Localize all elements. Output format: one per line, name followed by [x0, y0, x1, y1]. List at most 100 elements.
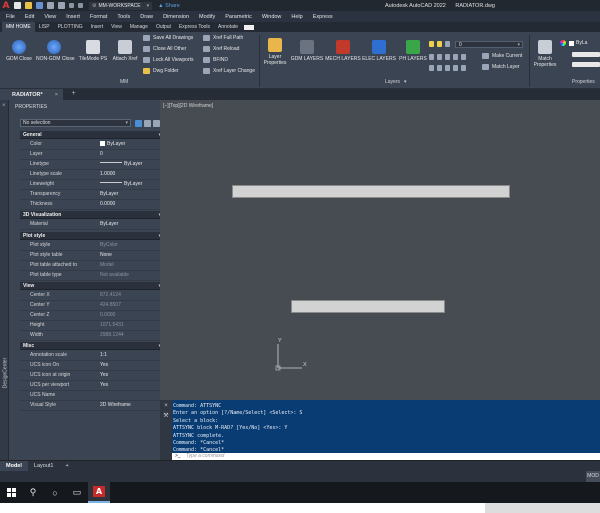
tab-annotate[interactable]: Annotate — [214, 22, 242, 32]
print-icon[interactable] — [58, 2, 65, 9]
attach-xref-button[interactable]: Attach Xref — [108, 40, 142, 62]
model-space-button[interactable]: MOD — [586, 471, 600, 482]
layer-tools-row-2[interactable] — [429, 65, 469, 71]
file-tab-radiator[interactable]: RADIATOR* × — [0, 89, 63, 100]
property-row[interactable]: Center Z 0.0000 — [20, 311, 165, 321]
lock-all-viewports-button[interactable]: Lock All Viewports — [143, 57, 193, 63]
wrench-icon[interactable]: ⚒ — [160, 412, 172, 419]
menu-file[interactable]: File — [6, 14, 15, 20]
layer-dropdown[interactable]: 0 ▾ — [455, 41, 523, 48]
quick-select-icon[interactable] — [153, 120, 160, 127]
property-row[interactable]: Lineweight ByLayer — [20, 180, 165, 190]
layer-state-icons[interactable] — [429, 41, 453, 47]
property-row[interactable]: Linetype ByLayer — [20, 160, 165, 170]
mech-layers-button[interactable]: MECH LAYERS — [324, 40, 362, 62]
property-row[interactable]: Width 2988.1244 — [20, 331, 165, 341]
linetype-control[interactable] — [572, 52, 600, 57]
property-row[interactable]: Plot style table None — [20, 251, 165, 261]
saveas-icon[interactable] — [47, 2, 54, 9]
radiator-block[interactable] — [291, 300, 445, 313]
close-icon[interactable]: × — [55, 92, 58, 98]
property-row[interactable]: Layer 0 — [20, 150, 165, 160]
drawing-canvas[interactable]: [−][Top][2D Wireframe] Y X — [160, 100, 600, 400]
menu-dimension[interactable]: Dimension — [163, 14, 189, 20]
layer-properties-button[interactable]: Layer Properties — [258, 38, 292, 66]
property-row[interactable]: Plot table attached to Model — [20, 261, 165, 271]
dwg-folder-button[interactable]: Dwg Folder — [143, 68, 179, 74]
new-tab-button[interactable]: + — [69, 90, 78, 99]
tab-model[interactable]: Model — [0, 461, 28, 471]
viewport-controls[interactable]: [−][Top][2D Wireframe] — [163, 103, 213, 109]
command-input[interactable]: >_ Type a command — [172, 453, 600, 460]
menu-window[interactable]: Window — [262, 14, 282, 20]
tab-view[interactable]: View — [107, 22, 126, 32]
menu-tools[interactable]: Tools — [117, 14, 130, 20]
toggle-pickadd-icon[interactable] — [135, 120, 142, 127]
tab-mm-home[interactable]: MM HOME — [2, 22, 35, 32]
bfind-button[interactable]: BFIND — [203, 57, 228, 63]
section-misc[interactable]: Misc▾ — [20, 342, 165, 350]
file-explorer-icon[interactable]: ▭ — [66, 482, 88, 503]
redo-icon[interactable] — [78, 3, 83, 8]
xref-reload-button[interactable]: Xref Reload — [203, 46, 239, 52]
section-view[interactable]: View▾ — [20, 282, 165, 290]
autocad-logo[interactable]: A — [0, 1, 12, 11]
workspace-switcher[interactable]: ⚙ MM-WORKSPACE ▾ — [89, 1, 153, 10]
xref-layer-change-button[interactable]: Xref Layer Change — [203, 68, 255, 74]
menu-view[interactable]: View — [44, 14, 56, 20]
section-3d-visualization[interactable]: 3D Visualization▾ — [20, 211, 165, 219]
property-row[interactable]: Plot table type Not available — [20, 271, 165, 281]
menu-insert[interactable]: Insert — [66, 14, 80, 20]
xref-full-path-button[interactable]: Xref Full Path — [203, 35, 243, 41]
radiator-block[interactable] — [232, 185, 510, 198]
property-row[interactable]: Color ByLayer — [20, 140, 165, 150]
lineweight-control[interactable] — [572, 62, 600, 67]
new-icon[interactable] — [14, 2, 21, 9]
select-objects-icon[interactable] — [144, 120, 151, 127]
tab-layout1[interactable]: Layout1 — [28, 461, 60, 471]
autocad-taskbar-button[interactable]: A — [88, 482, 110, 503]
ribbon-toggle-button[interactable] — [244, 24, 255, 30]
menu-format[interactable]: Format — [90, 14, 107, 20]
property-row[interactable]: Center Y 424.8507 — [20, 301, 165, 311]
elec-layers-button[interactable]: ELEC LAYERS — [360, 40, 398, 62]
property-row[interactable]: Height 1071.5431 — [20, 321, 165, 331]
property-row[interactable]: UCS per viewport Yes — [20, 381, 165, 391]
property-row[interactable]: Transparency ByLayer — [20, 190, 165, 200]
close-icon[interactable]: × — [160, 403, 172, 409]
menu-edit[interactable]: Edit — [25, 14, 34, 20]
save-all-drawings-button[interactable]: Save All Drawings — [143, 35, 193, 41]
section-general[interactable]: General▾ — [20, 131, 165, 139]
make-current-button[interactable]: Make Current — [482, 53, 522, 59]
search-icon[interactable]: ⚲ — [22, 482, 44, 503]
menu-help[interactable]: Help — [291, 14, 302, 20]
match-properties-button[interactable]: Match Properties — [528, 40, 562, 68]
tab-output[interactable]: Output — [152, 22, 175, 32]
add-layout-button[interactable]: + — [59, 461, 74, 471]
menu-modify[interactable]: Modify — [199, 14, 215, 20]
tilemode-ps-button[interactable]: TileMode PS — [76, 40, 110, 62]
chevron-down-icon[interactable]: ▾ — [404, 79, 407, 85]
property-row[interactable]: Linetype scale 1.0000 — [20, 170, 165, 180]
gdm-layers-button[interactable]: GDM LAYERS — [288, 40, 326, 62]
property-row[interactable]: Visual Style 2D Wireframe — [20, 401, 165, 411]
open-icon[interactable] — [25, 2, 32, 9]
property-row[interactable]: Annotation scale 1:1 — [20, 351, 165, 361]
menu-parametric[interactable]: Parametric — [225, 14, 252, 20]
selection-dropdown[interactable]: No selection ▾ — [20, 119, 131, 127]
property-row[interactable]: UCS icon at origin Yes — [20, 371, 165, 381]
menu-draw[interactable]: Draw — [140, 14, 153, 20]
tab-express-tools[interactable]: Express Tools — [175, 22, 214, 32]
tab-manage[interactable]: Manage — [126, 22, 152, 32]
menu-express[interactable]: Express — [313, 14, 333, 20]
property-row[interactable]: UCS Name — [20, 391, 165, 401]
property-row[interactable]: Material ByLayer — [20, 220, 165, 230]
designcenter-strip[interactable]: × DesignCenter — [0, 100, 9, 460]
task-view-icon[interactable]: ○ — [44, 482, 66, 503]
share-button[interactable]: ▲ Share — [158, 3, 180, 9]
match-layer-button[interactable]: Match Layer — [482, 64, 520, 70]
property-row[interactable]: UCS icon On Yes — [20, 361, 165, 371]
non-gdm-close-button[interactable]: NON-GDM Close — [36, 40, 75, 62]
property-row[interactable]: Center X 872.4124 — [20, 291, 165, 301]
property-row[interactable]: Plot style ByColor — [20, 241, 165, 251]
